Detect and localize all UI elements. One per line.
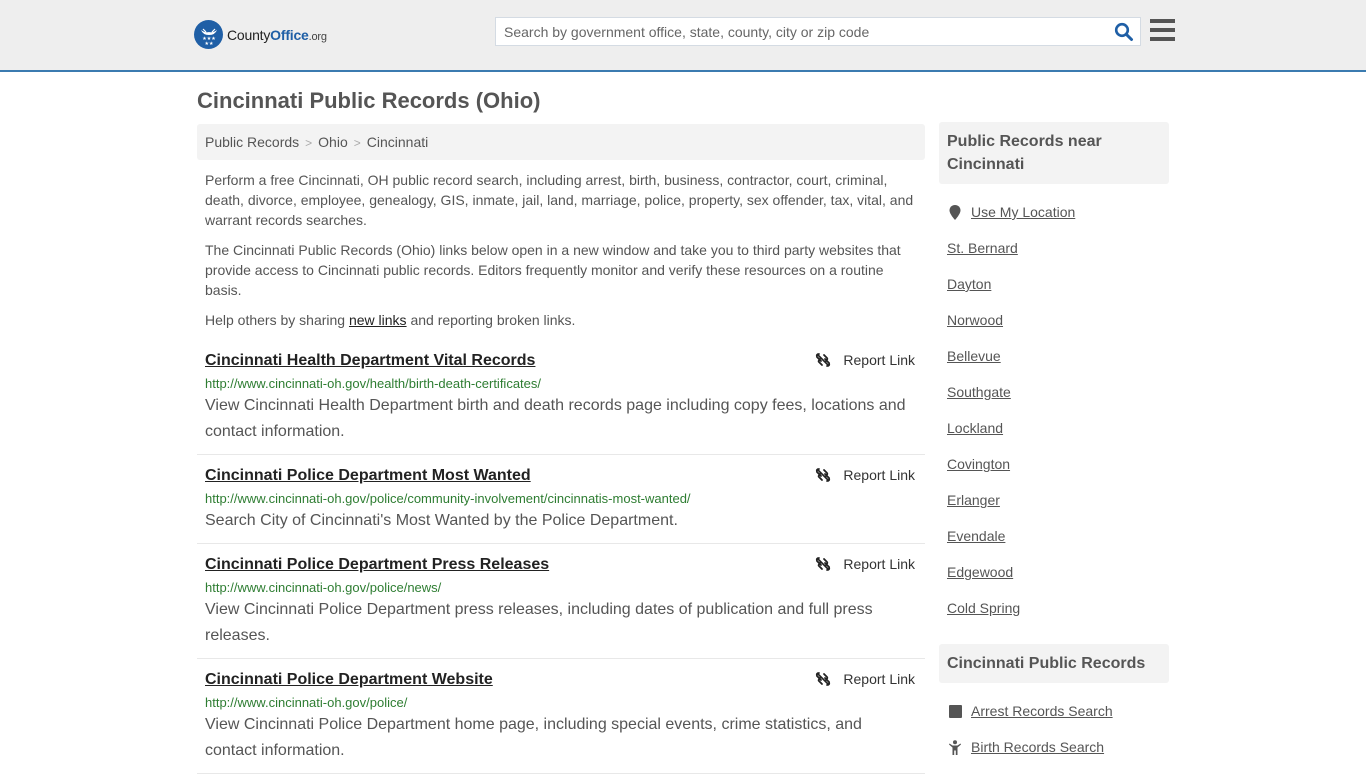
breadcrumb-public-records[interactable]: Public Records [205,134,299,150]
menu-bar [1150,19,1175,23]
intro-paragraph: Perform a free Cincinnati, OH public rec… [205,172,914,228]
record-title-link[interactable]: Cincinnati Police Department Most Wanted [205,465,531,487]
breadcrumb: Public Records > Ohio > Cincinnati [197,124,925,160]
record-category-item: Birth Records Search [947,729,1161,765]
nearby-records-heading: Public Records near Cincinnati [939,122,1169,184]
menu-bar [1150,37,1175,41]
nearby-city-link[interactable]: Covington [947,456,1010,472]
help-paragraph: Help others by sharing new links and rep… [205,312,576,328]
arrest-records-link[interactable]: Arrest Records Search [971,703,1113,719]
record-description: View Cincinnati Police Department press … [205,601,873,644]
city-records-list: Arrest Records Search Birth Records Sear… [939,683,1169,775]
intro-paragraph: The Cincinnati Public Records (Ohio) lin… [205,242,901,298]
map-marker-icon [947,204,963,220]
nearby-city-item: Lockland [947,410,1161,446]
new-links-link[interactable]: new links [349,312,407,328]
record-category-item: Arrest Records Search [947,693,1161,729]
use-my-location-link[interactable]: Use My Location [971,204,1075,220]
record-url[interactable]: http://www.cincinnati-oh.gov/police/ [205,694,917,712]
child-icon [947,739,963,755]
nearby-city-item: Dayton [947,266,1161,302]
nearby-city-item: Evendale [947,518,1161,554]
hamburger-menu-button[interactable] [1150,19,1175,41]
record-title-link[interactable]: Cincinnati Police Department Website [205,669,493,691]
record-item: Cincinnati Health Department Vital Recor… [197,346,925,455]
record-title-link[interactable]: Cincinnati Health Department Vital Recor… [205,350,535,372]
record-description: Search City of Cincinnati's Most Wanted … [205,512,678,529]
page-title: Cincinnati Public Records (Ohio) [197,88,541,113]
nearby-city-item: Covington [947,446,1161,482]
record-description: View Cincinnati Police Department home p… [205,716,862,759]
record-description: View Cincinnati Health Department birth … [205,397,906,440]
use-location-item: Use My Location [947,194,1161,230]
report-link-button[interactable]: Report Link [815,467,915,483]
broken-link-icon [816,672,831,686]
nearby-city-item: Cold Spring [947,590,1161,626]
nearby-city-item: Southgate [947,374,1161,410]
records-list: Cincinnati Health Department Vital Recor… [197,346,925,774]
sidebar: Public Records near Cincinnati Use My Lo… [939,122,1169,775]
nearby-city-item: Bellevue [947,338,1161,374]
record-url[interactable]: http://www.cincinnati-oh.gov/police/news… [205,579,917,597]
report-link-button[interactable]: Report Link [815,352,915,368]
broken-link-icon [816,468,831,482]
nearby-city-link[interactable]: Evendale [947,528,1005,544]
nearby-list: Use My Location St. Bernard Dayton Norwo… [939,184,1169,636]
breadcrumb-cincinnati[interactable]: Cincinnati [367,134,428,150]
broken-link-icon [816,557,831,571]
nearby-city-link[interactable]: Edgewood [947,564,1013,580]
birth-records-link[interactable]: Birth Records Search [971,739,1104,755]
breadcrumb-ohio[interactable]: Ohio [318,134,348,150]
breadcrumb-separator: > [305,136,313,150]
breadcrumb-separator: > [353,136,361,150]
nearby-city-item: Erlanger [947,482,1161,518]
nearby-city-link[interactable]: Erlanger [947,492,1000,508]
nearby-city-link[interactable]: Bellevue [947,348,1001,364]
search-icon [1114,22,1133,41]
city-records-heading: Cincinnati Public Records [939,644,1169,683]
nearby-city-link[interactable]: Dayton [947,276,991,292]
site-logo[interactable]: ★★★ ★★ CountyOffice.org [194,20,327,49]
record-url[interactable]: http://www.cincinnati-oh.gov/health/birt… [205,375,917,393]
record-url[interactable]: http://www.cincinnati-oh.gov/police/comm… [205,490,917,508]
report-link-button[interactable]: Report Link [815,556,915,572]
record-item: Cincinnati Police Department Press Relea… [197,544,925,659]
nearby-city-item: Edgewood [947,554,1161,590]
record-title-link[interactable]: Cincinnati Police Department Press Relea… [205,554,549,576]
nearby-city-item: Norwood [947,302,1161,338]
menu-bar [1150,28,1175,32]
record-item: Cincinnati Police Department Most Wanted… [197,455,925,544]
nearby-city-link[interactable]: Lockland [947,420,1003,436]
broken-link-icon [816,353,831,367]
record-item: Cincinnati Police Department Website Rep… [197,659,925,774]
nearby-city-link[interactable]: Norwood [947,312,1003,328]
search-box [495,17,1141,46]
report-link-button[interactable]: Report Link [815,671,915,687]
eagle-stars-icon: ★★★ ★★ [194,20,223,49]
search-button[interactable] [1114,22,1134,42]
nearby-city-link[interactable]: Southgate [947,384,1011,400]
square-icon [947,704,963,718]
svg-text:★★: ★★ [204,41,213,46]
nearby-city-link[interactable]: Cold Spring [947,600,1020,616]
search-input[interactable] [496,18,1096,45]
intro-text: Perform a free Cincinnati, OH public rec… [205,170,920,340]
nearby-city-link[interactable]: St. Bernard [947,240,1018,256]
logo-text: CountyOffice.org [227,26,327,43]
nearby-city-item: St. Bernard [947,230,1161,266]
site-header: ★★★ ★★ CountyOffice.org [0,0,1366,72]
